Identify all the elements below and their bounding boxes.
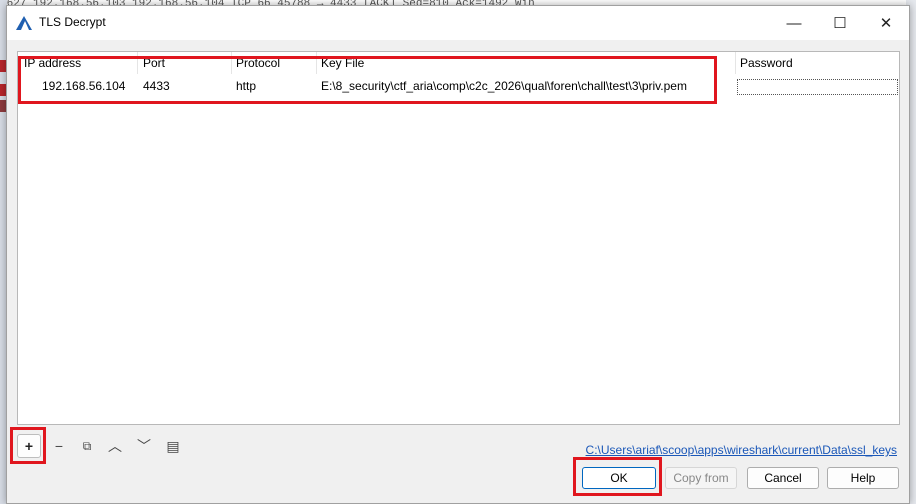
clear-list-button[interactable]: ▤ [161,434,185,458]
ssl-keys-path-link[interactable]: C:\Users\ariaf\scoop\apps\wireshark\curr… [586,443,897,457]
close-button[interactable]: ✕ [863,6,909,40]
remove-button[interactable]: − [47,434,71,458]
cell-ip-address[interactable]: 192.168.56.104 [38,77,125,95]
move-down-button[interactable]: ﹀ [132,434,156,458]
cell-port[interactable]: 4433 [139,77,170,95]
dialog-title: TLS Decrypt [39,15,106,29]
cell-protocol[interactable]: http [232,77,256,95]
maximize-button[interactable]: ☐ [817,6,863,40]
minimize-button[interactable]: — [771,6,817,40]
cell-key-file[interactable]: E:\8_security\ctf_aria\comp\c2c_2026\qua… [317,77,687,95]
header-key-file[interactable]: Key File [317,52,736,74]
tls-decrypt-dialog: TLS Decrypt — ☐ ✕ IP address Port Protoc… [6,5,910,504]
wireshark-fin-icon [16,16,32,30]
help-button[interactable]: Help [827,467,899,489]
copy-row-button[interactable]: ⧉ [75,434,99,458]
copy-from-button[interactable]: Copy from [665,467,737,489]
header-port[interactable]: Port [139,52,232,74]
cancel-button[interactable]: Cancel [747,467,819,489]
password-field[interactable] [737,79,898,95]
header-password[interactable]: Password [736,52,899,74]
keys-table[interactable]: IP address Port Protocol Key File Passwo… [17,51,900,425]
header-ip-address[interactable]: IP address [20,52,138,74]
move-up-button[interactable]: ︿ [103,434,127,458]
add-button[interactable]: + [17,434,41,458]
header-protocol[interactable]: Protocol [232,52,317,74]
ok-button[interactable]: OK [582,467,656,489]
title-bar: TLS Decrypt — ☐ ✕ [7,6,909,40]
